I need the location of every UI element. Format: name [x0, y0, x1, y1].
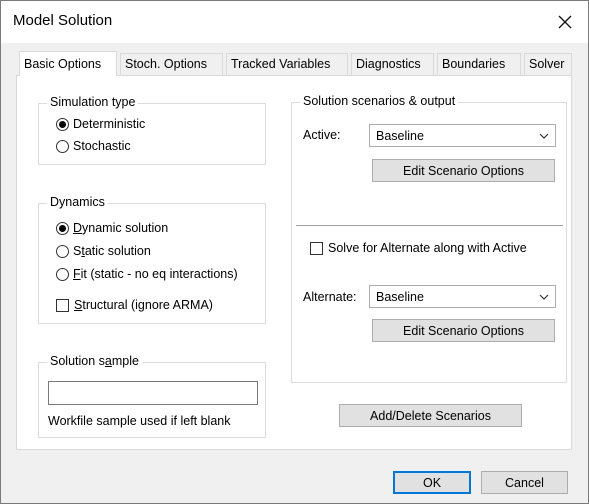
alternate-scenario-select[interactable]: Baseline: [369, 285, 556, 308]
simulation-type-group: Simulation type Deterministic Stochastic: [38, 95, 266, 165]
dynamics-label: Dynamics: [47, 195, 108, 209]
solution-sample-group: Solution sample Workfile sample used if …: [38, 354, 266, 438]
edit-alternate-scenario-button[interactable]: Edit Scenario Options: [372, 319, 555, 342]
active-label: Active:: [303, 128, 341, 142]
radio-unselected-icon: [56, 267, 69, 281]
radio-selected-icon: [56, 117, 69, 131]
checkbox-structural-label: Structural (ignore ARMA): [74, 298, 213, 312]
radio-fit-label: Fit (static - no eq interactions): [73, 267, 238, 281]
radio-dynamic-solution[interactable]: Dynamic solution: [56, 221, 168, 235]
close-button[interactable]: [542, 1, 588, 43]
radio-stochastic-label: Stochastic: [73, 139, 131, 153]
ok-button[interactable]: OK: [393, 471, 471, 494]
radio-static-solution-label: Static solution: [73, 244, 151, 258]
title-bar: Model Solution: [1, 1, 588, 43]
radio-dynamic-solution-label: Dynamic solution: [73, 221, 169, 235]
simulation-type-label: Simulation type: [47, 95, 139, 109]
radio-unselected-icon: [56, 139, 69, 153]
checkbox-unchecked-icon: [56, 298, 69, 312]
radio-static-solution[interactable]: Static solution: [56, 244, 151, 258]
tab-stoch-options[interactable]: Stoch. Options: [120, 53, 223, 75]
scenarios-label: Solution scenarios & output: [300, 94, 459, 108]
tab-diagnostics[interactable]: Diagnostics: [351, 53, 434, 75]
radio-stochastic[interactable]: Stochastic: [56, 139, 131, 153]
tab-tracked-variables[interactable]: Tracked Variables: [226, 53, 348, 75]
checkbox-structural[interactable]: Structural (ignore ARMA): [56, 298, 213, 312]
divider: [296, 225, 563, 226]
radio-fit[interactable]: Fit (static - no eq interactions): [56, 267, 238, 281]
dialog-title: Model Solution: [13, 12, 113, 29]
radio-deterministic[interactable]: Deterministic: [56, 117, 145, 131]
close-icon: [558, 15, 572, 29]
active-scenario-select[interactable]: Baseline: [369, 124, 556, 147]
solution-sample-label: Solution sample: [47, 354, 142, 368]
solution-sample-note: Workfile sample used if left blank: [48, 414, 231, 428]
tab-basic-options[interactable]: Basic Options: [19, 51, 117, 76]
radio-unselected-icon: [56, 244, 69, 258]
chevron-down-icon: [539, 133, 549, 139]
cancel-button[interactable]: Cancel: [481, 471, 568, 494]
add-delete-scenarios-button[interactable]: Add/Delete Scenarios: [339, 404, 522, 427]
active-scenario-value: Baseline: [376, 128, 424, 143]
scenarios-group: Solution scenarios & output Active: Base…: [291, 94, 567, 383]
checkbox-solve-alternate-label: Solve for Alternate along with Active: [328, 241, 527, 255]
chevron-down-icon: [539, 294, 549, 300]
alternate-scenario-value: Baseline: [376, 289, 424, 304]
checkbox-unchecked-icon: [310, 241, 323, 255]
radio-selected-icon: [56, 221, 69, 235]
alternate-label: Alternate:: [303, 290, 357, 304]
tab-solver[interactable]: Solver: [524, 53, 572, 75]
solution-sample-input[interactable]: [48, 381, 258, 405]
tab-boundaries[interactable]: Boundaries: [437, 53, 521, 75]
model-solution-dialog: Model Solution Basic Options Stoch. Opti…: [0, 0, 589, 504]
dynamics-group: Dynamics Dynamic solution Static solutio…: [38, 195, 266, 324]
edit-active-scenario-button[interactable]: Edit Scenario Options: [372, 159, 555, 182]
tab-panel-basic-options: Simulation type Deterministic Stochastic…: [16, 75, 572, 450]
checkbox-solve-alternate[interactable]: Solve for Alternate along with Active: [310, 241, 527, 255]
radio-deterministic-label: Deterministic: [73, 117, 146, 131]
